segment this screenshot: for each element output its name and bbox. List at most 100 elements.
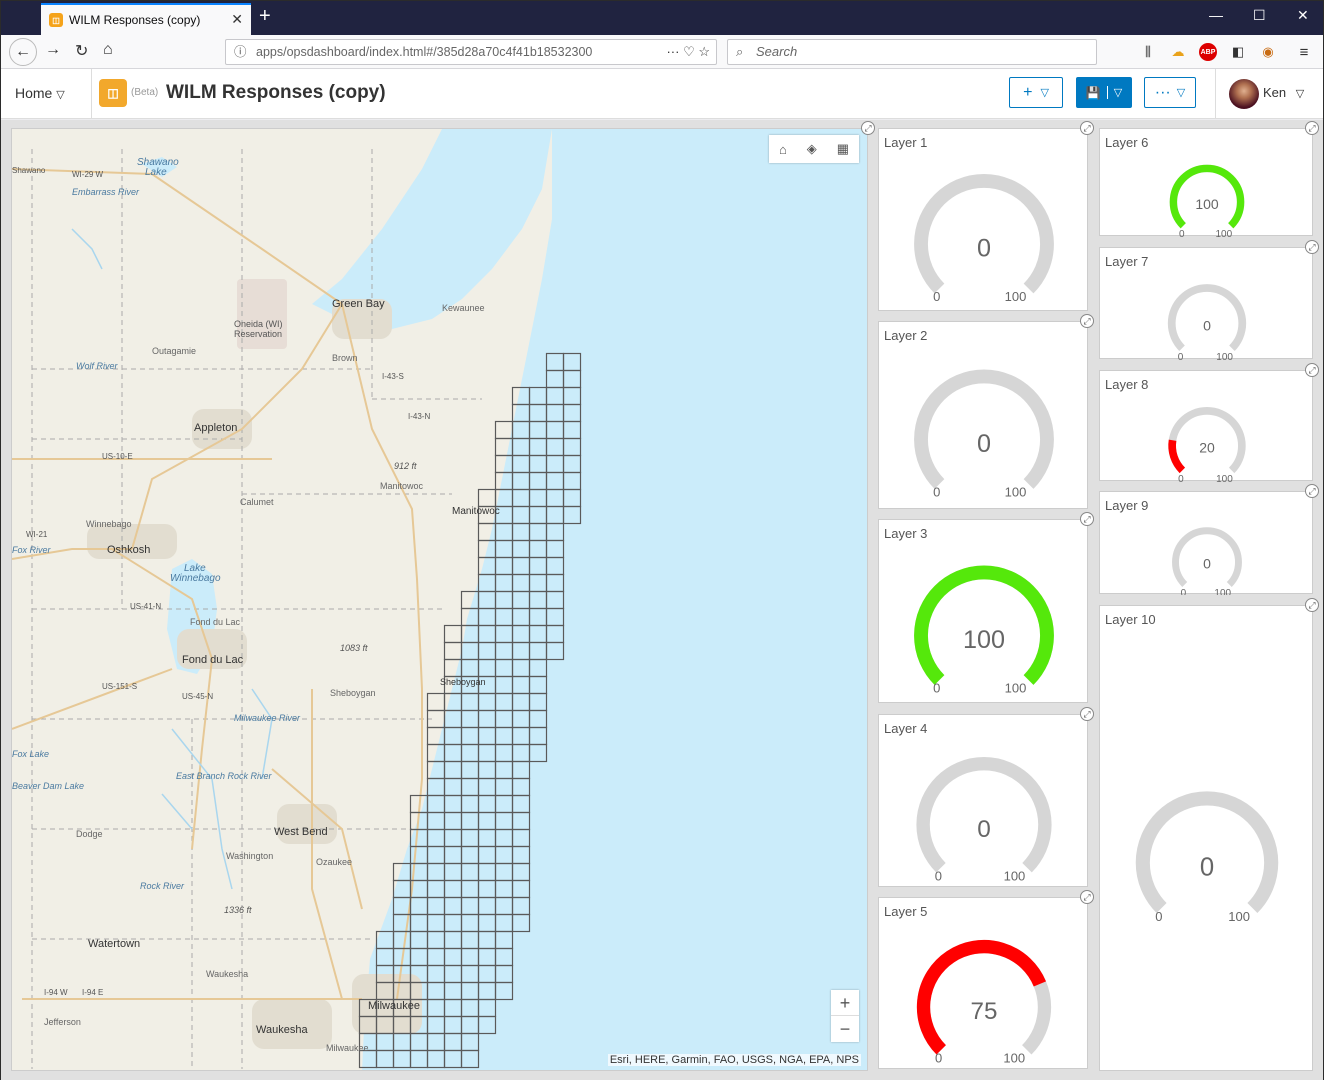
- avatar[interactable]: [1229, 79, 1259, 109]
- gauge-panel-9[interactable]: Layer 9 0 0 100: [1099, 491, 1313, 595]
- plus-icon: +: [1023, 83, 1033, 101]
- user-name: Ken: [1263, 85, 1287, 100]
- gauge-max: 100: [1004, 868, 1026, 883]
- url-bar[interactable]: ⓘ apps/opsdashboard/index.html#/385d28a7…: [225, 39, 717, 65]
- gauge-max: 100: [1215, 229, 1232, 237]
- expand-icon[interactable]: ⤢: [1305, 121, 1319, 135]
- save-button[interactable]: 💾 ▽: [1076, 77, 1132, 108]
- reader-icon[interactable]: ◧: [1229, 43, 1247, 61]
- gauge-max: 100: [1005, 485, 1027, 500]
- gauge-min: 0: [935, 1050, 942, 1065]
- gauge-panel-8[interactable]: Layer 8 20 0 100: [1099, 370, 1313, 482]
- expand-icon[interactable]: ⤢: [1080, 121, 1094, 135]
- save-icon: 💾: [1085, 85, 1101, 100]
- grid-cell[interactable]: [426, 692, 446, 712]
- gauge-min: 0: [1155, 909, 1162, 924]
- map-label-winnebago: Winnebago: [86, 519, 132, 529]
- url-actions-icon[interactable]: ··· ♡ ☆: [660, 40, 710, 64]
- expand-icon[interactable]: ⤢: [1305, 484, 1319, 498]
- map-label-sheboygan-co: Sheboygan: [330, 688, 376, 698]
- zoom-out-button[interactable]: −: [831, 1016, 859, 1042]
- forward-icon[interactable]: →: [45, 41, 61, 59]
- gauge-max: 100: [1216, 474, 1233, 482]
- map-canvas[interactable]: ShawanoLakeGreen Bay KewauneeOneida (WI)R…: [12, 129, 868, 1071]
- map-label-embarrass: Embarrass River: [72, 187, 140, 197]
- add-button[interactable]: + ▽: [1009, 77, 1063, 108]
- new-tab-icon[interactable]: +: [259, 5, 271, 28]
- gauge-panel-7[interactable]: Layer 7 0 0 100: [1099, 247, 1313, 360]
- map-label-brown: Brown: [332, 353, 358, 363]
- river: [251, 688, 273, 780]
- map-label-fond-du-lac: Fond du Lac: [182, 654, 244, 666]
- browser-tab[interactable]: ◫ WILM Responses (copy) ✕: [41, 3, 251, 35]
- home-icon[interactable]: ⌂: [103, 41, 113, 59]
- close-window-icon[interactable]: ✕: [1297, 7, 1309, 24]
- expand-icon[interactable]: ⤢: [1080, 707, 1094, 721]
- gauge-panel-3[interactable]: Layer 3 100 0 100: [878, 519, 1088, 703]
- map-label-i94w: I-94 W: [44, 988, 68, 997]
- expand-icon[interactable]: ⤢: [1080, 314, 1094, 328]
- grid-cell[interactable]: [494, 420, 514, 440]
- user-menu[interactable]: Ken ▽: [1263, 85, 1304, 100]
- page-title: WILM Responses (copy): [166, 82, 386, 103]
- map-label-sheboygan: Sheboygan: [440, 677, 486, 687]
- map-label-reservation: Reservation: [234, 329, 282, 339]
- close-tab-icon[interactable]: ✕: [231, 11, 243, 28]
- chevron-down-icon: ▽: [1295, 88, 1305, 100]
- maximize-icon[interactable]: ☐: [1253, 7, 1266, 24]
- map-label-shawano-rd: Shawano: [12, 166, 46, 175]
- home-extent-icon[interactable]: ⌂: [779, 142, 787, 157]
- expand-icon[interactable]: ⤢: [861, 121, 875, 135]
- gauge-max: 100: [1003, 1050, 1025, 1065]
- gauge-panel-5[interactable]: Layer 5 75 0 100: [878, 897, 1088, 1069]
- map-view[interactable]: Shawano Lake Green Bay Kewaunee Oneida (WI) R…: [11, 128, 868, 1071]
- gauge-panel-2[interactable]: Layer 2 0 0 100: [878, 321, 1088, 509]
- gauge-chart: 0 0 100: [914, 174, 1054, 304]
- expand-icon[interactable]: ⤢: [1305, 240, 1319, 254]
- more-button[interactable]: ··· ▽: [1144, 77, 1196, 108]
- grid-cell[interactable]: [443, 624, 463, 644]
- gauge-value: 0: [977, 235, 991, 263]
- map-label-i94: I-94 E: [82, 988, 103, 997]
- extension-icon[interactable]: ◉: [1259, 43, 1277, 61]
- expand-icon[interactable]: ⤢: [1305, 598, 1319, 612]
- gauge-min: 0: [933, 485, 940, 500]
- layers-icon[interactable]: ◈: [807, 141, 817, 157]
- gauge-min: 0: [1179, 229, 1185, 237]
- search-input[interactable]: ⌕ Search: [727, 39, 1097, 65]
- map-label-washington: Washington: [226, 851, 273, 861]
- back-icon[interactable]: ←: [9, 38, 37, 66]
- adblock-icon[interactable]: ABP: [1199, 43, 1217, 61]
- library-icon[interactable]: ⫼: [1139, 43, 1157, 61]
- map-label-us45: US-45-N: [182, 692, 213, 701]
- menu-icon[interactable]: ≡: [1295, 43, 1313, 61]
- search-icon: ⌕: [736, 44, 744, 59]
- gauge-chart: 20 0 100: [1168, 407, 1246, 482]
- gauge-value: 20: [1199, 440, 1215, 456]
- expand-icon[interactable]: ⤢: [1080, 512, 1094, 526]
- map-label-fox-lake: Fox Lake: [12, 749, 49, 759]
- gauge-panel-6[interactable]: Layer 6 100 0 100: [1099, 128, 1313, 237]
- map-label-i43n: I-43-N: [408, 412, 430, 421]
- home-label: Home: [15, 85, 53, 101]
- reload-icon[interactable]: ↻: [75, 41, 88, 61]
- gauge-min: 0: [1178, 474, 1184, 482]
- grid-cell[interactable]: [443, 641, 463, 661]
- map-label-1083ft: 1083 ft: [340, 643, 368, 653]
- expand-icon[interactable]: ⤢: [1080, 890, 1094, 904]
- gauge-panel-4[interactable]: Layer 4 0 0 100: [878, 714, 1088, 887]
- basemap-icon[interactable]: ▦: [837, 141, 849, 157]
- gauge-panel-10[interactable]: Layer 10 0 0 100: [1099, 605, 1313, 1071]
- grid-cell[interactable]: [477, 488, 497, 508]
- gauge-value: 100: [1195, 196, 1219, 212]
- gauge-panel-1[interactable]: Layer 1 0 0 100: [878, 128, 1088, 311]
- gauge-value: 75: [971, 998, 998, 1025]
- map-label-wi29: WI-29 W: [72, 170, 104, 179]
- map-label-watertown: Watertown: [88, 938, 140, 950]
- gauge-max: 100: [1228, 909, 1250, 924]
- minimize-icon[interactable]: —: [1209, 7, 1223, 23]
- expand-icon[interactable]: ⤢: [1305, 363, 1319, 377]
- home-menu[interactable]: Home ▽: [15, 85, 65, 101]
- weather-icon[interactable]: ☁: [1169, 43, 1187, 61]
- zoom-in-button[interactable]: +: [831, 990, 859, 1016]
